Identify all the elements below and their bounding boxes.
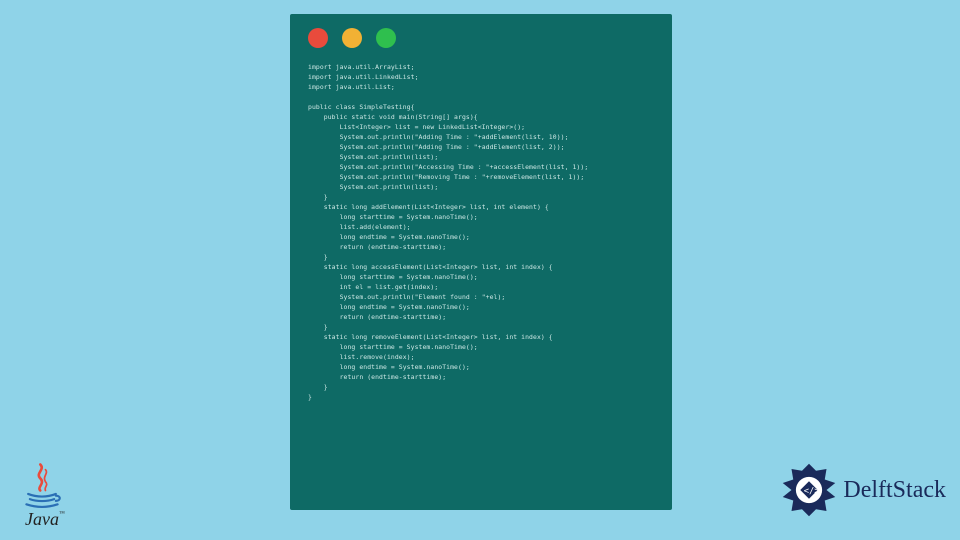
window-controls	[308, 28, 654, 48]
delftstack-text: DelftStack	[843, 477, 946, 504]
code-block: import java.util.ArrayList; import java.…	[308, 62, 654, 402]
java-word: Java	[25, 509, 59, 529]
java-logo: Java™	[8, 461, 76, 530]
delftstack-logo: </> DelftStack	[781, 462, 946, 518]
java-logo-text: Java™	[8, 509, 76, 530]
maximize-dot-icon	[376, 28, 396, 48]
minimize-dot-icon	[342, 28, 362, 48]
java-tm: ™	[59, 511, 65, 517]
delftstack-badge-icon: </>	[781, 462, 837, 518]
svg-text:</>: </>	[804, 487, 820, 497]
code-window: import java.util.ArrayList; import java.…	[290, 14, 672, 510]
close-dot-icon	[308, 28, 328, 48]
java-cup-icon	[16, 461, 68, 513]
